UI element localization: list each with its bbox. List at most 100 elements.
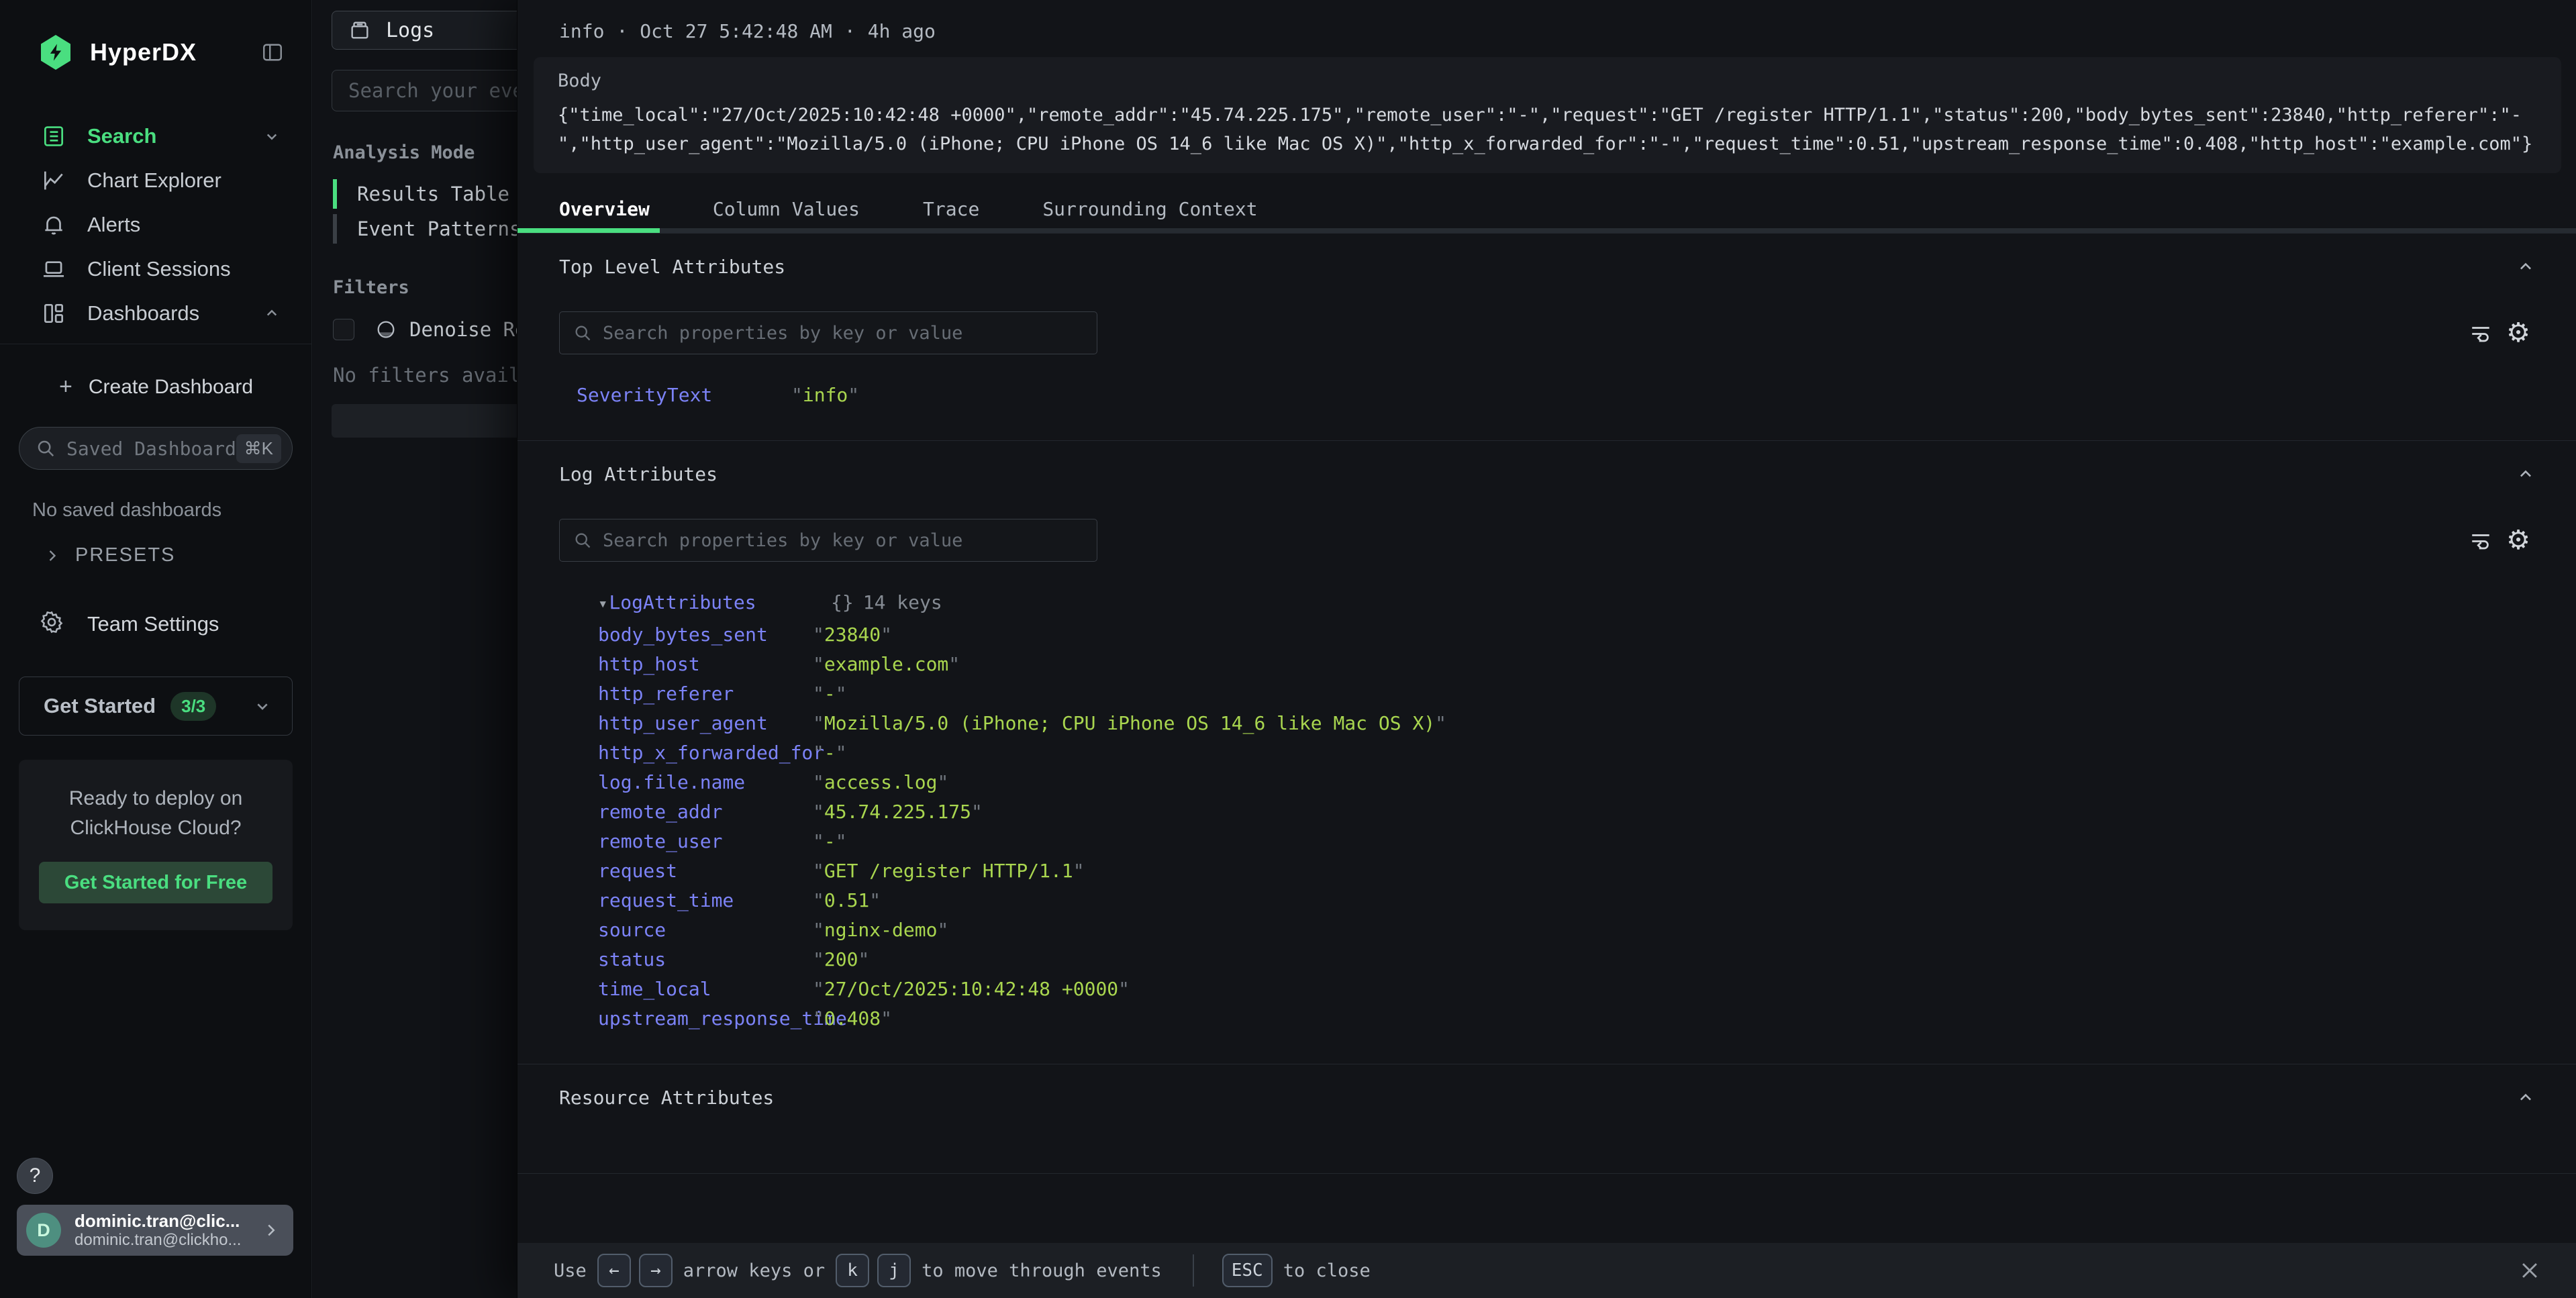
- attribute-value[interactable]: info: [791, 384, 859, 406]
- attribute-row: http_user_agent Mozilla/5.0 (iPhone; CPU…: [559, 712, 2537, 742]
- saved-dashboards-search[interactable]: ⌘K: [19, 427, 293, 470]
- get-started-progress-badge: 3/3: [170, 692, 216, 721]
- attribute-row: upstream_response_time 0.408: [559, 1007, 2537, 1037]
- attribute-value[interactable]: nginx-demo: [813, 919, 948, 941]
- attribute-key[interactable]: http_x_forwarded_for: [598, 742, 813, 764]
- chevron-right-icon: [261, 1220, 281, 1240]
- attribute-key[interactable]: status: [598, 948, 813, 970]
- chevron-up-icon: [262, 303, 282, 323]
- collapse-section-button[interactable]: [2514, 462, 2537, 485]
- section-title: Top Level Attributes: [559, 256, 2514, 278]
- source-label: Logs: [386, 19, 434, 42]
- lightning-bolt-icon: [46, 42, 66, 62]
- tree-root-key[interactable]: ▾LogAttributes: [598, 591, 831, 613]
- attribute-row: source nginx-demo: [559, 919, 2537, 948]
- attribute-key[interactable]: request_time: [598, 889, 813, 911]
- sidebar-item-dashboards[interactable]: Dashboards: [0, 291, 311, 336]
- sidebar-item-search[interactable]: Search: [0, 114, 311, 158]
- sidebar-item-chart-explorer[interactable]: Chart Explorer: [0, 158, 311, 203]
- keys-count-badge: {} 14 keys: [831, 591, 942, 613]
- presets-toggle[interactable]: PRESETS: [0, 521, 311, 566]
- attribute-value[interactable]: -: [813, 830, 847, 852]
- chevron-down-icon: [252, 695, 273, 717]
- sidebar-item-label: Client Sessions: [87, 257, 231, 281]
- attribute-key[interactable]: source: [598, 919, 813, 941]
- attribute-value[interactable]: access.log: [813, 771, 948, 793]
- attribute-row: http_referer -: [559, 683, 2537, 712]
- attribute-key[interactable]: SeverityText: [577, 384, 791, 406]
- attribute-value[interactable]: 200: [813, 948, 869, 970]
- log-attributes-search-input[interactable]: [603, 530, 1083, 551]
- attribute-value[interactable]: 0.51: [813, 889, 881, 911]
- sidebar-item-team-settings[interactable]: Team Settings: [0, 566, 311, 639]
- user-menu[interactable]: D dominic.tran@clic... dominic.tran@clic…: [17, 1205, 293, 1256]
- saved-dashboards-input[interactable]: [66, 438, 236, 460]
- collapse-triangle-icon: ▾: [598, 594, 607, 613]
- sidebar-item-client-sessions[interactable]: Client Sessions: [0, 247, 311, 291]
- panel-footer: Use ← → arrow keys or k j to move throug…: [517, 1243, 2576, 1298]
- attribute-value[interactable]: 45.74.225.175: [813, 801, 983, 823]
- attribute-key[interactable]: remote_user: [598, 830, 813, 852]
- sidebar-item-label: Chart Explorer: [87, 168, 221, 193]
- attribute-row: http_host example.com: [559, 653, 2537, 683]
- wrap-lines-button[interactable]: [2462, 314, 2499, 352]
- search-icon: [573, 323, 592, 342]
- keys-count-text: 14 keys: [863, 591, 942, 613]
- attribute-key[interactable]: time_local: [598, 978, 813, 1000]
- get-started-free-button[interactable]: Get Started for Free: [39, 862, 273, 903]
- create-dashboard-button[interactable]: + Create Dashboard: [0, 344, 311, 400]
- clickhouse-promo-card: Ready to deploy on ClickHouse Cloud? Get…: [19, 760, 293, 930]
- log-attributes-tree: ▾LogAttributes {} 14 keys body_bytes_sen…: [559, 591, 2537, 1037]
- attribute-value[interactable]: -: [813, 742, 847, 764]
- wrap-text-icon: [2469, 528, 2493, 552]
- sidebar-item-alerts[interactable]: Alerts: [0, 203, 311, 247]
- tab-surrounding-context[interactable]: Surrounding Context: [1042, 198, 1257, 220]
- attribute-row: request GET /register HTTP/1.1: [559, 860, 2537, 889]
- search-list-icon: [39, 121, 68, 151]
- attribute-value[interactable]: Mozilla/5.0 (iPhone; CPU iPhone OS 14_6 …: [813, 712, 1446, 734]
- attribute-row: SeverityText info: [559, 384, 2537, 413]
- attributes-settings-button[interactable]: ⚙: [2499, 314, 2537, 352]
- attribute-value[interactable]: -: [813, 683, 847, 705]
- attributes-settings-button[interactable]: ⚙: [2499, 521, 2537, 559]
- attribute-value[interactable]: 23840: [813, 623, 892, 646]
- attribute-value[interactable]: 0.408: [813, 1007, 892, 1030]
- team-settings-label: Team Settings: [87, 612, 219, 636]
- shortcut-badge: ⌘K: [236, 434, 281, 463]
- close-panel-button[interactable]: [2513, 1254, 2546, 1287]
- collapse-section-button[interactable]: [2514, 255, 2537, 278]
- sidebar-collapse-button[interactable]: [260, 40, 285, 64]
- attribute-key[interactable]: request: [598, 860, 813, 882]
- get-started-dropdown[interactable]: Get Started 3/3: [19, 677, 293, 736]
- tab-overview[interactable]: Overview: [559, 198, 650, 220]
- collapse-section-button[interactable]: [2514, 1086, 2537, 1109]
- attribute-key[interactable]: body_bytes_sent: [598, 623, 813, 646]
- chevron-up-icon: [2514, 255, 2537, 278]
- help-button[interactable]: ?: [17, 1158, 53, 1194]
- tab-column-values[interactable]: Column Values: [713, 198, 860, 220]
- attribute-value[interactable]: example.com: [813, 653, 960, 675]
- attribute-key[interactable]: log.file.name: [598, 771, 813, 793]
- attribute-value[interactable]: GET /register HTTP/1.1: [813, 860, 1085, 882]
- denoise-icon: [375, 318, 397, 341]
- gear-icon: [39, 609, 68, 639]
- k-key: k: [836, 1254, 869, 1287]
- attribute-key[interactable]: http_host: [598, 653, 813, 675]
- tab-trace[interactable]: Trace: [923, 198, 979, 220]
- user-name: dominic.tran@clic...: [75, 1211, 261, 1231]
- attribute-key[interactable]: http_referer: [598, 683, 813, 705]
- user-texts: dominic.tran@clic... dominic.tran@clickh…: [75, 1211, 261, 1250]
- top-level-search-box[interactable]: [559, 311, 1097, 354]
- attribute-value[interactable]: 27/Oct/2025:10:42:48 +0000: [813, 978, 1130, 1000]
- attribute-row: remote_user -: [559, 830, 2537, 860]
- wrap-lines-button[interactable]: [2462, 521, 2499, 559]
- brand-title: HyperDX: [90, 38, 260, 66]
- chevron-down-icon: [262, 126, 282, 146]
- attribute-key[interactable]: remote_addr: [598, 801, 813, 823]
- top-level-search-input[interactable]: [603, 323, 1083, 344]
- attribute-key[interactable]: upstream_response_time: [598, 1007, 813, 1030]
- attribute-key[interactable]: http_user_agent: [598, 712, 813, 734]
- section-title: Resource Attributes: [559, 1087, 2514, 1109]
- denoise-checkbox[interactable]: [333, 319, 354, 340]
- log-attributes-search-box[interactable]: [559, 519, 1097, 562]
